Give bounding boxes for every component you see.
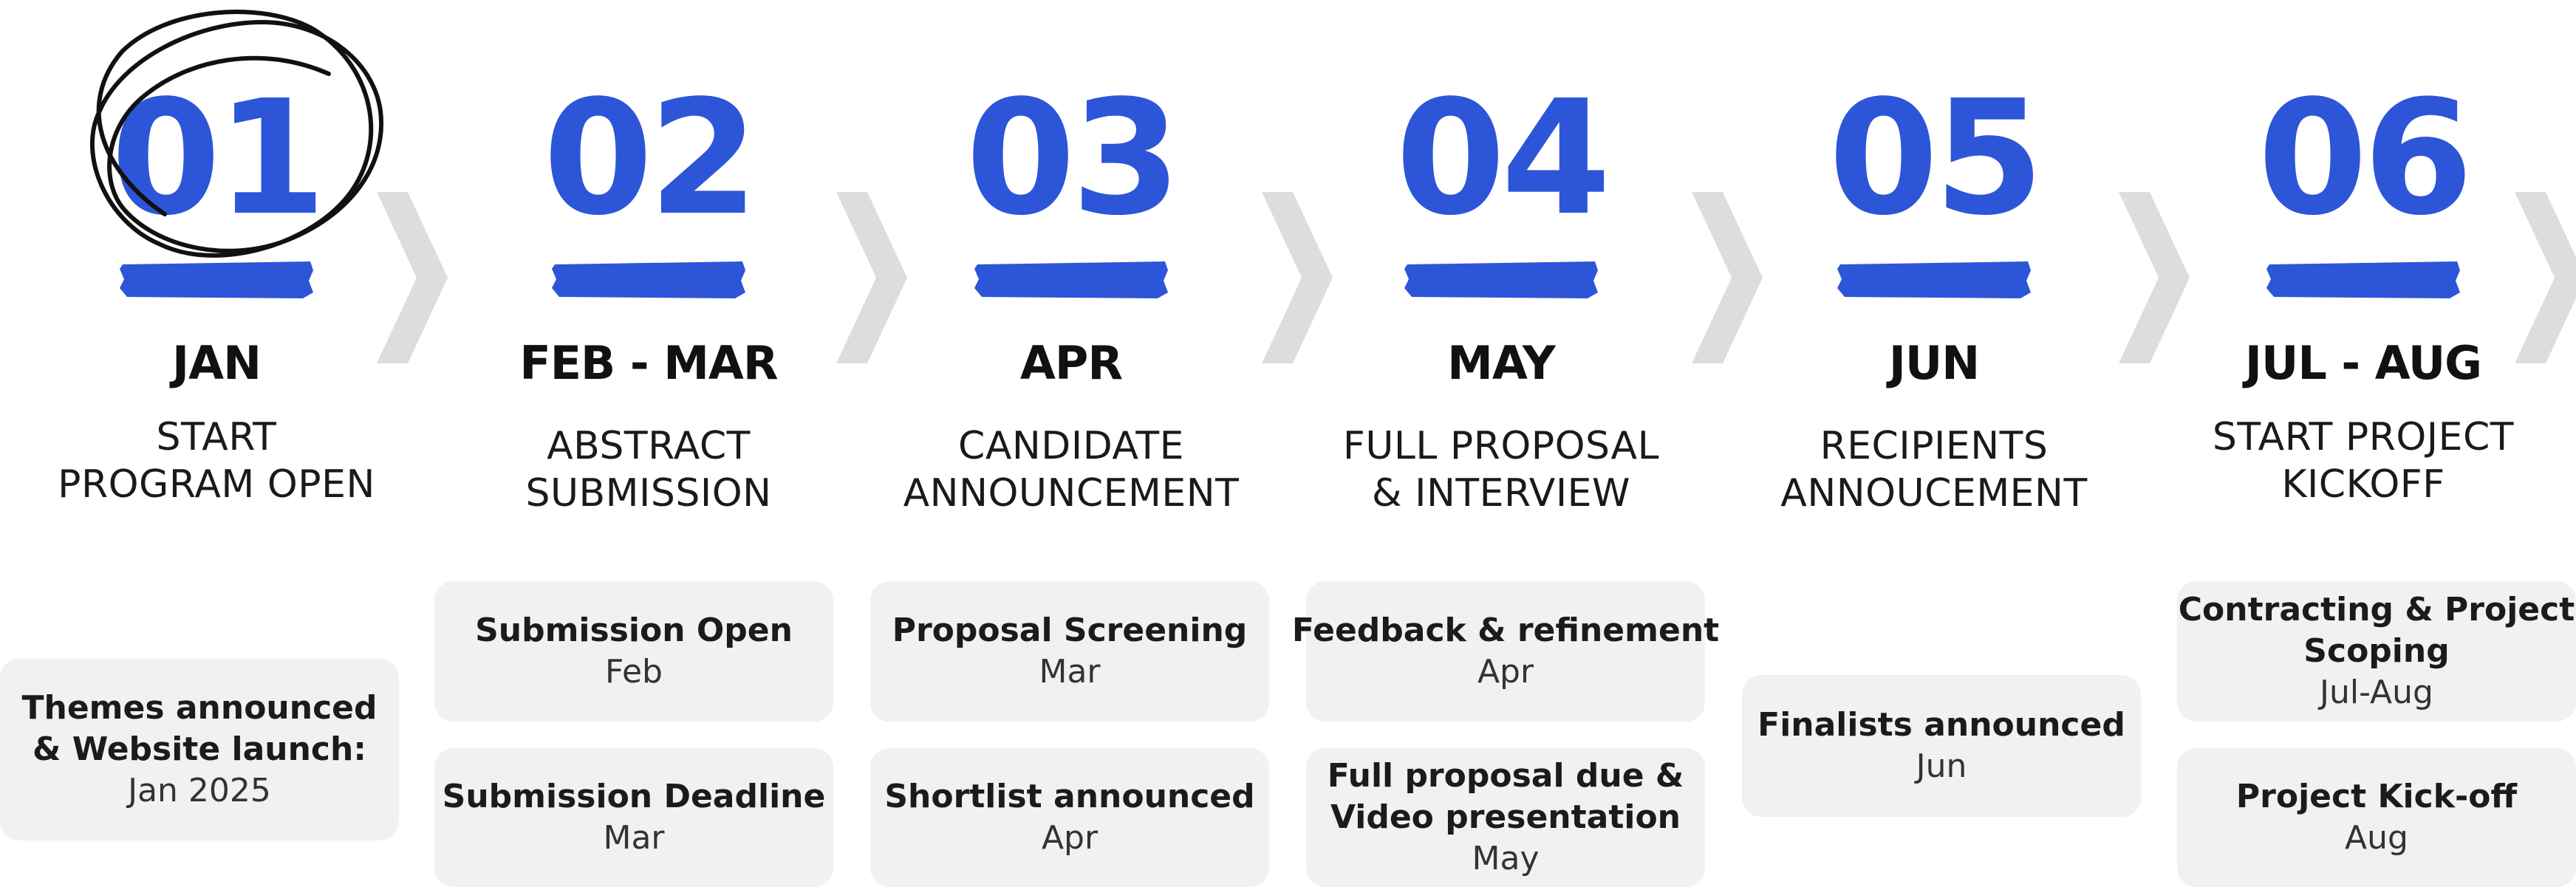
timeline: 01 JAN START PROGRAM OPEN 02 FEB - MAR A… — [0, 0, 2576, 887]
step-description: ABSTRACT SUBMISSION — [525, 424, 772, 516]
step-month: JUN — [1888, 336, 1980, 390]
step-description: FULL PROPOSAL & INTERVIEW — [1342, 424, 1660, 516]
chevron-right-icon — [2515, 192, 2576, 363]
step-description: RECIPIENTS ANNOUCEMENT — [1780, 424, 2088, 516]
brush-stroke — [2266, 261, 2460, 298]
step-number: 02 — [543, 66, 759, 250]
step-description: CANDIDATE ANNOUNCEMENT — [903, 424, 1240, 516]
step-number: 06 — [2258, 66, 2473, 250]
step-month: MAY — [1447, 336, 1556, 390]
milestone-card: Submission Open Feb — [434, 581, 833, 722]
chevron-right-icon — [377, 192, 448, 363]
brush-stroke — [552, 261, 745, 298]
scribble-circle-icon — [90, 10, 384, 258]
milestone-card: Submission Deadline Mar — [434, 748, 833, 887]
chevron-right-icon — [1262, 192, 1333, 363]
milestone-card: Feedback & refinement Apr — [1292, 581, 1719, 722]
step-number: 04 — [1395, 66, 1611, 250]
brush-stroke — [974, 261, 1168, 298]
step-description: START PROGRAM OPEN — [58, 415, 375, 507]
step-month: JUL - AUG — [2244, 336, 2482, 390]
step-month: APR — [1019, 336, 1123, 390]
chevron-right-icon — [836, 192, 907, 363]
milestone-card: Themes announced & Website launch: Jan 2… — [0, 659, 399, 840]
milestone-card: Proposal Screening Mar — [870, 581, 1269, 722]
milestone-card: Full proposal due & Video presentation M… — [1306, 748, 1705, 887]
brush-stroke — [1837, 261, 2031, 298]
milestone-card: Shortlist announced Apr — [870, 748, 1269, 887]
milestone-card: Contracting & Project Scoping Jul-Aug — [2177, 581, 2576, 722]
milestone-card: Finalists announced Jun — [1742, 675, 2141, 817]
chevron-right-icon — [2119, 192, 2190, 363]
brush-stroke — [1404, 261, 1598, 298]
step-number: 05 — [1828, 66, 2044, 250]
step-month: FEB - MAR — [519, 336, 778, 390]
step-description: START PROJECT KICKOFF — [2212, 415, 2515, 507]
step-month: JAN — [172, 336, 262, 390]
chevron-right-icon — [1692, 192, 1763, 363]
step-number: 03 — [966, 66, 1181, 250]
milestone-card: Project Kick-off Aug — [2177, 748, 2576, 887]
